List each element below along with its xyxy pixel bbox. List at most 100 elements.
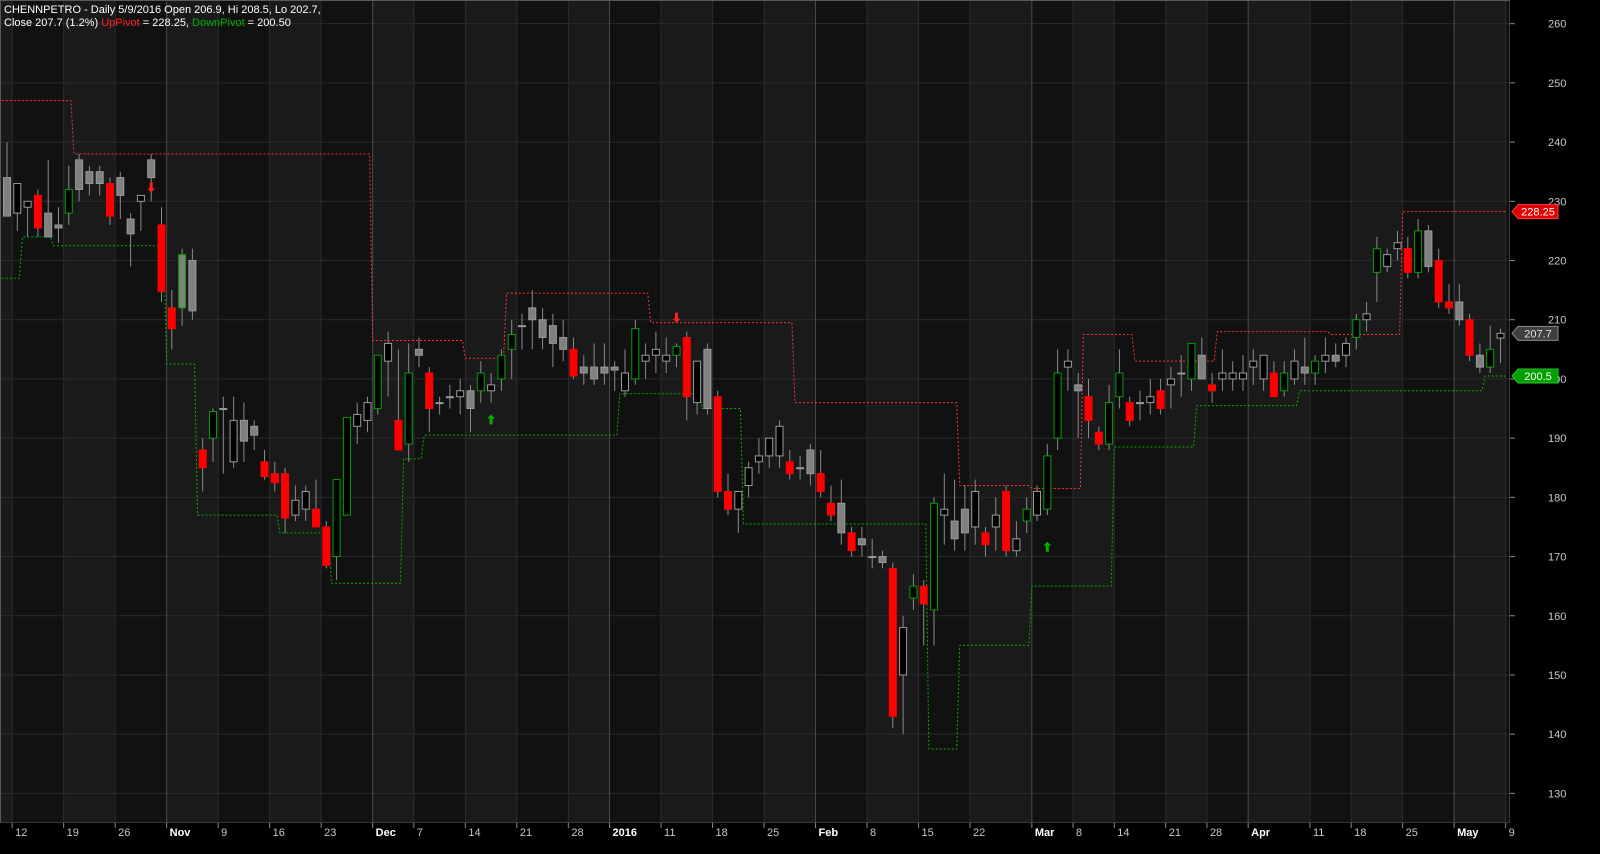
x-tick-label: May xyxy=(1457,827,1479,839)
candle-body xyxy=(456,390,465,398)
x-tick-label: 7 xyxy=(417,827,423,839)
plot-band xyxy=(1505,0,1510,823)
candle-body xyxy=(713,396,722,492)
x-tick-label: 28 xyxy=(571,827,583,839)
y-tick-label: 160 xyxy=(1548,611,1566,623)
header-line-2: Close 207.7 (1.2%) UpPivot = 228.25, Dow… xyxy=(4,17,291,29)
candle-body xyxy=(827,502,835,516)
candle-body xyxy=(1300,366,1309,374)
candle-body xyxy=(1352,319,1361,338)
candle-body xyxy=(507,334,516,350)
candle-body xyxy=(219,408,228,411)
candle-body xyxy=(250,425,259,436)
candle-body xyxy=(1249,360,1258,368)
candle-body xyxy=(1269,372,1278,398)
candle-body xyxy=(662,354,671,362)
x-tick-label: 28 xyxy=(1210,827,1222,839)
candle-body xyxy=(75,159,84,190)
x-tick-label: 23 xyxy=(324,827,336,839)
candle-body xyxy=(487,384,496,392)
candle-body xyxy=(1259,354,1268,380)
x-tick-label: 21 xyxy=(520,827,532,839)
y-tick-label: 210 xyxy=(1548,315,1566,327)
candle-body xyxy=(13,183,22,214)
candle-body xyxy=(693,360,702,404)
plot-band xyxy=(12,0,64,823)
plot-band xyxy=(970,0,1032,823)
x-tick-label: Mar xyxy=(1035,827,1055,839)
candle-body xyxy=(950,520,959,540)
candle-body xyxy=(754,455,763,463)
candle-body xyxy=(363,402,372,421)
candle-body xyxy=(1012,538,1021,552)
x-tick-label: 11 xyxy=(664,827,675,839)
candle-body xyxy=(1393,242,1402,250)
candle-body xyxy=(1187,342,1196,380)
header-downpivot-value: = 200.50 xyxy=(245,17,291,29)
plot-band xyxy=(115,0,167,823)
x-tick-label: 12 xyxy=(15,827,27,839)
candle-body xyxy=(322,526,331,566)
plot-band xyxy=(1031,0,1074,823)
header-close: Close 207.7 (1.2%) xyxy=(4,17,101,29)
plot-band xyxy=(1165,0,1207,823)
candle-body xyxy=(23,200,32,208)
header-uppivot-value: = 228.25, xyxy=(140,17,192,29)
plot-band xyxy=(815,0,868,823)
candle-body xyxy=(548,325,557,344)
candle-body xyxy=(229,419,238,463)
candle-body xyxy=(1455,301,1464,321)
candle-body xyxy=(1002,490,1011,552)
candle-body xyxy=(1228,372,1237,380)
close-tag: 207.7 xyxy=(1511,325,1559,341)
candle-body xyxy=(1156,390,1165,410)
candle-body xyxy=(1290,360,1299,380)
candle-body xyxy=(198,449,207,469)
candle-body xyxy=(559,336,568,350)
plot-band xyxy=(1309,0,1352,823)
x-tick-label: 19 xyxy=(67,827,79,839)
candle-body xyxy=(188,260,197,312)
candle-body xyxy=(466,390,475,410)
candle-body xyxy=(1321,354,1330,362)
candle-body xyxy=(384,342,393,362)
y-tick-label: 130 xyxy=(1548,788,1566,800)
x-tick-label: 14 xyxy=(1117,827,1129,839)
downpivot-tag-label: 200.5 xyxy=(1524,371,1552,383)
candle-body xyxy=(342,416,351,516)
x-tick-label: 9 xyxy=(221,827,227,839)
candlestick-chart[interactable]: 1301401501601701801902002102202302402502… xyxy=(0,0,1600,854)
candle-body xyxy=(1414,230,1423,273)
header-downpivot-label: DownPivot xyxy=(192,17,245,29)
plot-band xyxy=(0,0,13,823)
candle-body xyxy=(971,490,980,528)
candle-body xyxy=(981,532,990,546)
x-tick-label: 21 xyxy=(1169,827,1181,839)
y-tick-label: 150 xyxy=(1548,670,1566,682)
x-tick-label: 25 xyxy=(1406,827,1418,839)
x-tick-label: Feb xyxy=(819,827,839,839)
candle-body xyxy=(1280,372,1289,392)
candle-body xyxy=(136,194,145,202)
candle-body xyxy=(765,437,774,457)
candle-body xyxy=(476,372,485,392)
candle-body xyxy=(724,490,732,510)
plot-band xyxy=(63,0,116,823)
y-tick-label: 190 xyxy=(1548,433,1566,445)
y-tick-label: 220 xyxy=(1548,256,1566,268)
header-info: - Daily 5/9/2016 Open 206.9, Hi 208.5, L… xyxy=(81,4,321,16)
candle-body xyxy=(95,171,104,185)
candle-body xyxy=(1311,360,1320,374)
x-tick-label: 16 xyxy=(273,827,285,839)
candle-body xyxy=(672,345,681,356)
candle-body xyxy=(1033,490,1041,516)
x-tick-label: Apr xyxy=(1251,827,1271,839)
x-tick-label: 25 xyxy=(767,827,779,839)
candle-body xyxy=(301,490,310,510)
candle-body xyxy=(1146,396,1155,404)
candle-body xyxy=(569,348,578,377)
candle-body xyxy=(1022,508,1031,522)
x-tick-label: 26 xyxy=(118,827,130,839)
x-tick-label: 22 xyxy=(973,827,985,839)
candle-body xyxy=(816,473,825,492)
